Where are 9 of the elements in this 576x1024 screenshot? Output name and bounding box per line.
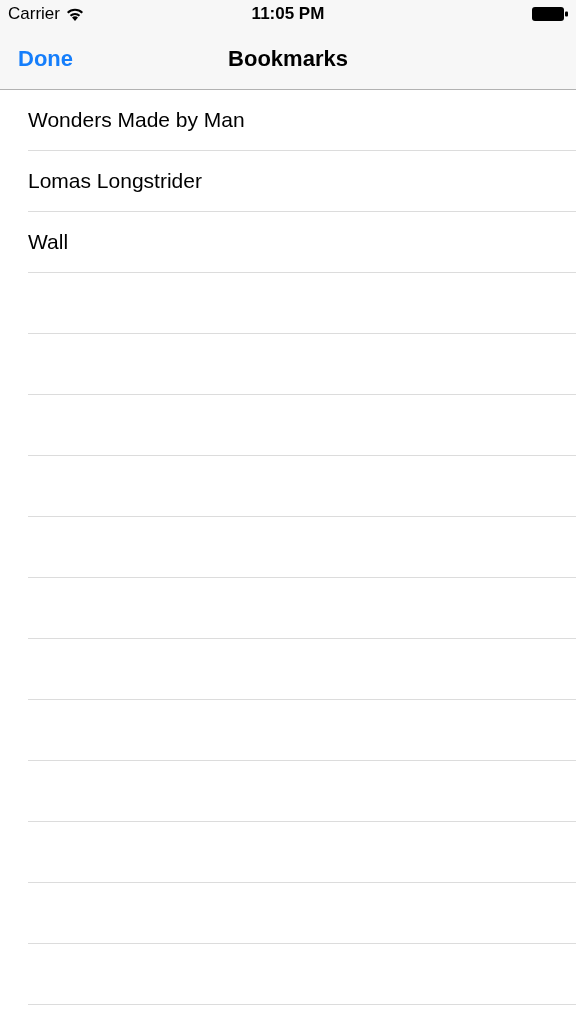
- done-button[interactable]: Done: [18, 45, 73, 72]
- bookmark-item[interactable]: Lomas Longstrider: [28, 169, 202, 193]
- bookmark-item[interactable]: Wonders Made by Man: [28, 108, 245, 132]
- bookmark-item[interactable]: Wall: [28, 230, 69, 254]
- status-time: 11:05 PM: [251, 4, 325, 24]
- battery-icon: [532, 7, 568, 21]
- nav-title: Bookmarks: [228, 45, 348, 72]
- carrier-label: Carrier: [8, 4, 60, 24]
- wifi-icon: [65, 7, 84, 21]
